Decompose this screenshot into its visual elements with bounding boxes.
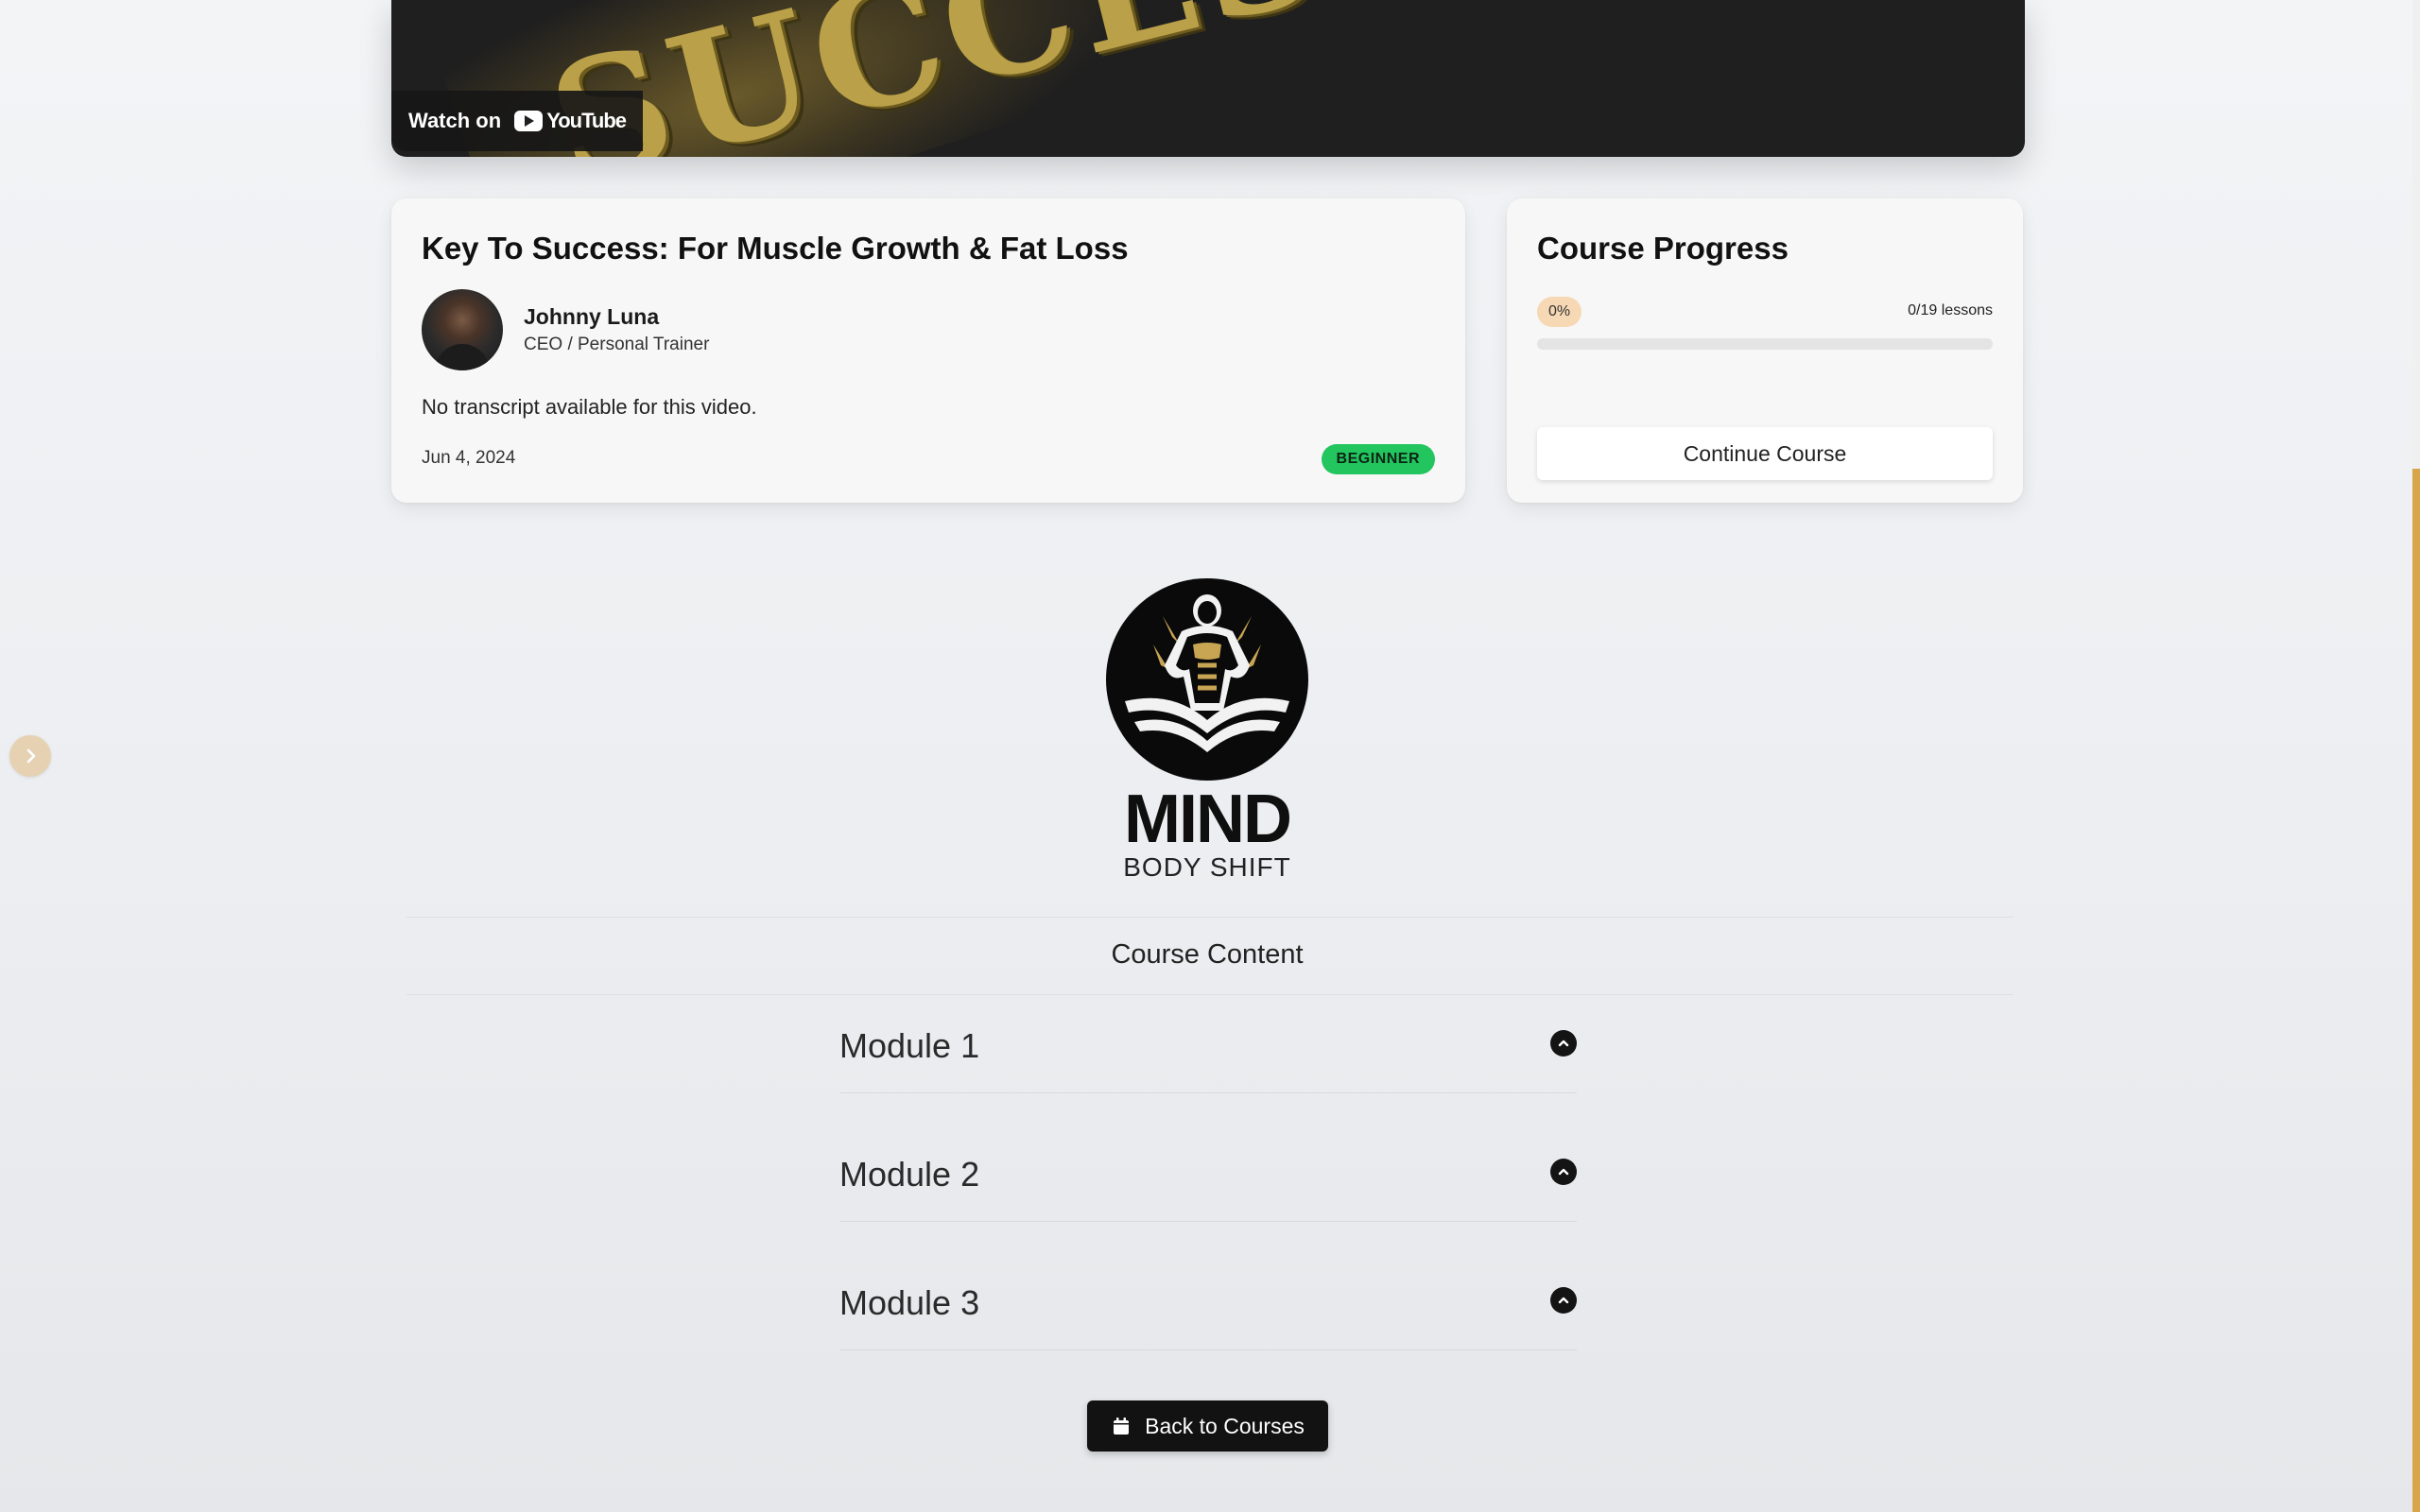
level-badge: BEGINNER	[1321, 444, 1435, 474]
brand-tagline: BODY SHIFT	[1123, 852, 1291, 882]
youtube-wordmark: YouTube	[546, 109, 627, 132]
chevron-right-icon	[26, 748, 36, 764]
author-role: CEO / Personal Trainer	[524, 335, 710, 354]
page-scrollbar[interactable]	[2412, 0, 2420, 1512]
module-label: Module 2	[839, 1155, 980, 1194]
calendar-icon	[1114, 1418, 1130, 1435]
watch-on-youtube-link[interactable]: Watch on YouTube	[391, 91, 644, 151]
sidebar-toggle-button[interactable]	[9, 735, 51, 777]
progress-bar	[1537, 338, 1993, 350]
course-progress-card: Course Progress 0% 0/19 lessons Continue…	[1507, 198, 2023, 503]
brand-name: MIND	[1124, 782, 1292, 857]
chevron-up-icon[interactable]	[1550, 1287, 1577, 1314]
course-content-title: Course Content	[1111, 939, 1304, 970]
chevron-up-icon[interactable]	[1550, 1159, 1577, 1185]
bodybuilder-icon	[1125, 594, 1289, 752]
lessons-count: 0/19 lessons	[1908, 302, 1993, 318]
lesson-info-card: Key To Success: For Muscle Growth & Fat …	[391, 198, 1465, 503]
author-name: Johnny Luna	[524, 304, 660, 329]
lesson-title: Key To Success: For Muscle Growth & Fat …	[422, 231, 1129, 266]
module-accordion-3[interactable]: Module 3	[839, 1255, 1577, 1350]
chevron-up-icon[interactable]	[1550, 1030, 1577, 1057]
divider	[406, 994, 2014, 995]
brand-logo-emblem	[1106, 578, 1308, 781]
module-label: Module 1	[839, 1026, 980, 1065]
module-accordion-1[interactable]: Module 1	[839, 998, 1577, 1093]
youtube-logo: YouTube	[514, 109, 627, 133]
watch-on-label: Watch on	[408, 109, 502, 132]
author-avatar	[422, 289, 503, 370]
video-thumbnail-text: SUCCESS	[533, 0, 1455, 157]
divider	[406, 917, 2014, 918]
lesson-date: Jun 4, 2024	[422, 448, 516, 468]
back-to-courses-label: Back to Courses	[1145, 1413, 1305, 1438]
progress-percent-badge: 0%	[1537, 297, 1582, 327]
youtube-play-icon	[514, 111, 544, 131]
scrollbar-thumb[interactable]	[2412, 469, 2420, 1512]
continue-course-button[interactable]: Continue Course	[1537, 427, 1993, 480]
module-label: Module 3	[839, 1283, 980, 1322]
progress-title: Course Progress	[1537, 231, 1789, 266]
module-accordion-2[interactable]: Module 2	[839, 1126, 1577, 1222]
video-player[interactable]: SUCCESS Watch on YouTube	[391, 0, 2025, 157]
transcript-text: No transcript available for this video.	[422, 395, 757, 419]
back-to-courses-button[interactable]: Back to Courses	[1087, 1400, 1328, 1452]
